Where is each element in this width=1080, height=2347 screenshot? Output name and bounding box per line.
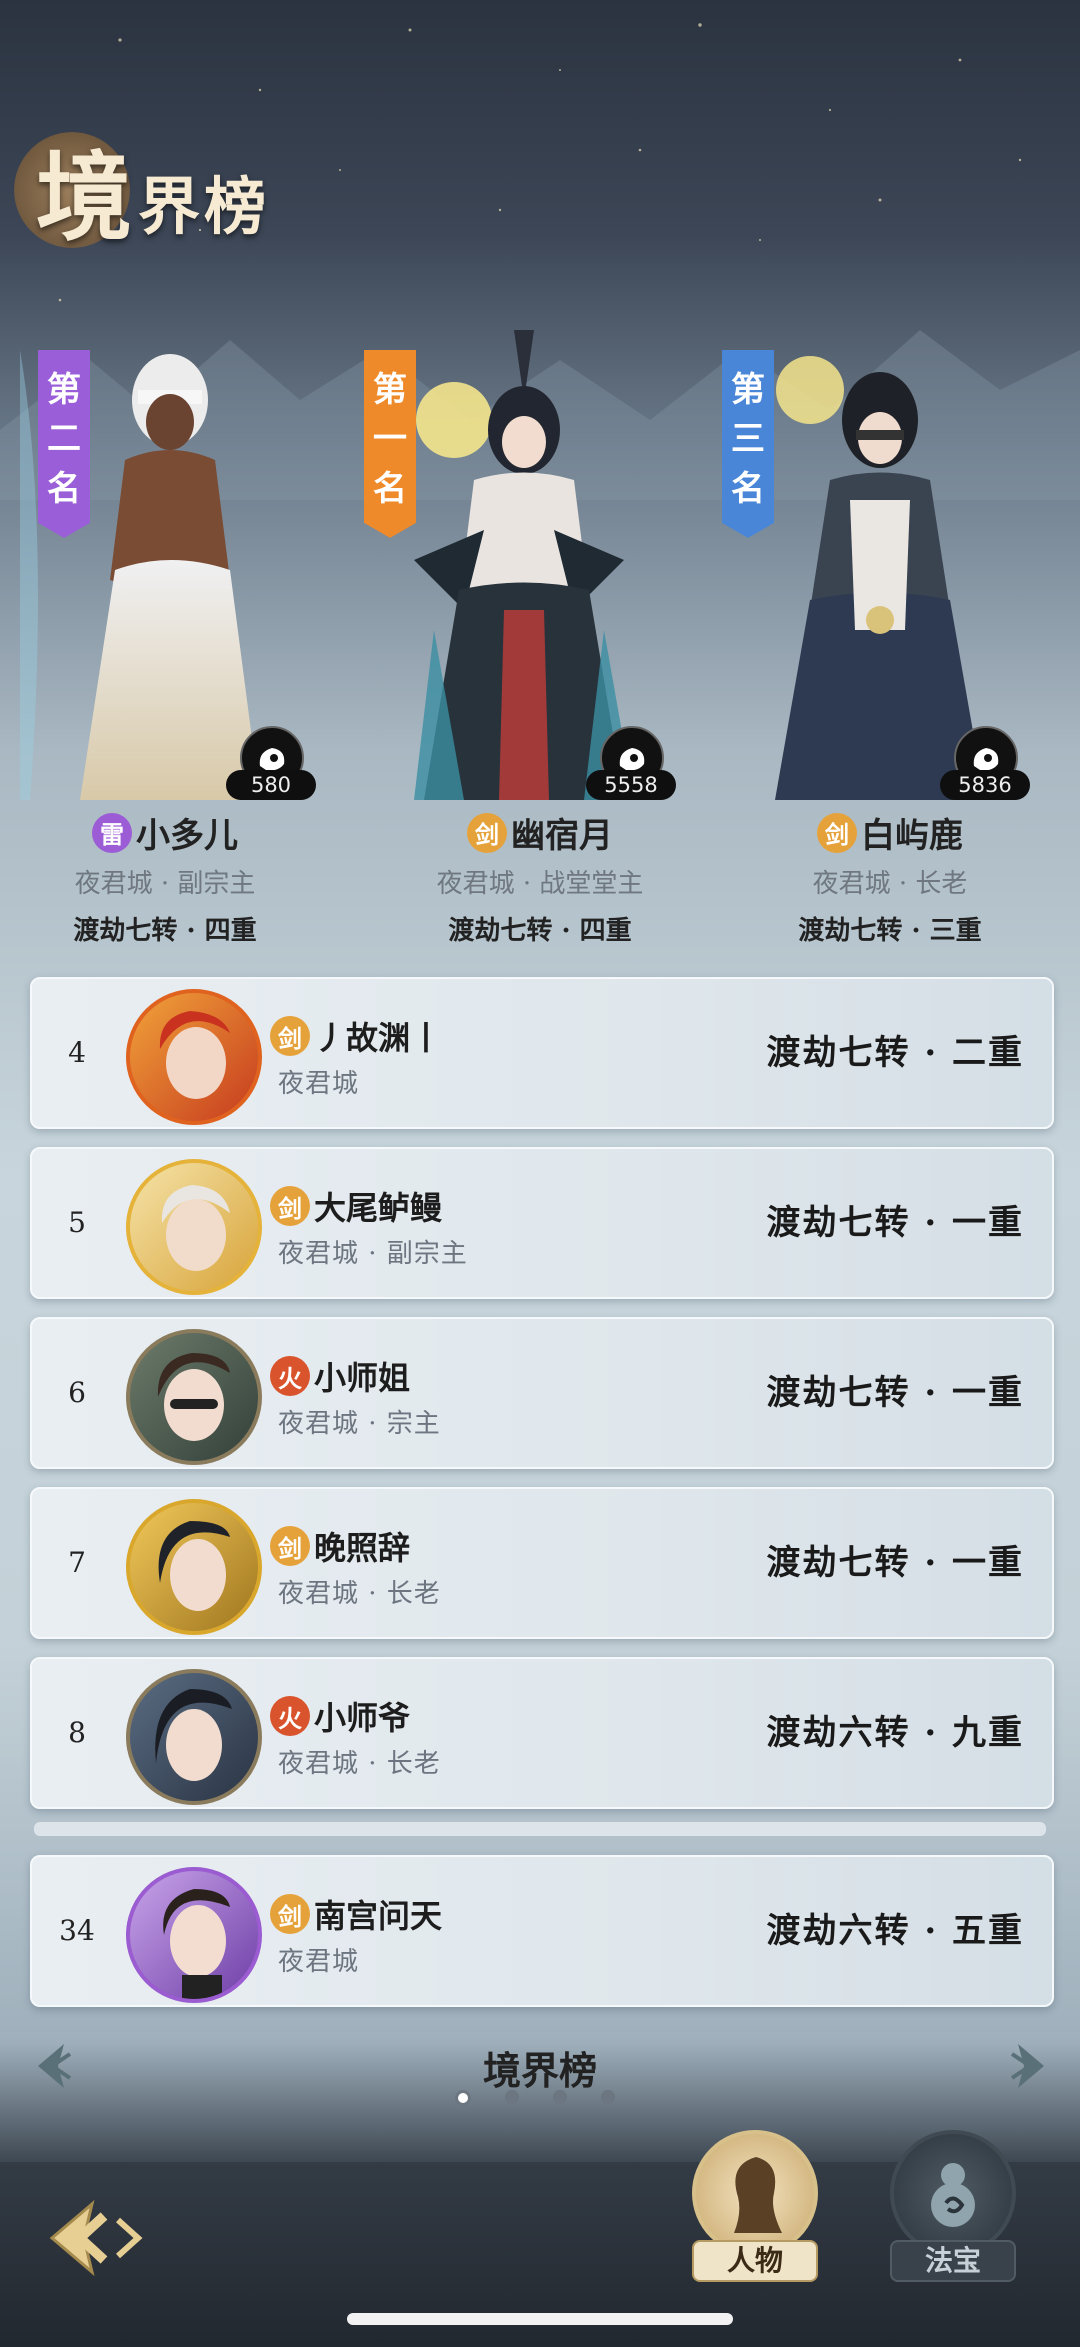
player-name: 小多儿: [136, 816, 238, 856]
player-name: 白屿鹿: [861, 816, 963, 856]
element-sword-icon: 剑: [270, 1016, 310, 1056]
page-dot[interactable]: [505, 2090, 519, 2104]
element-sword-icon: 剑: [817, 812, 857, 853]
back-arrow-icon[interactable]: [44, 2198, 148, 2278]
pet-power-value: 5836: [940, 770, 1030, 800]
player-realm: 渡劫七转 · 一重: [766, 1543, 1024, 1583]
ranking-row-7[interactable]: 7 剑晚照辞 夜君城 · 长老 渡劫七转 · 一重: [30, 1487, 1054, 1639]
player-name: 幽宿月: [511, 816, 613, 856]
top-info-second: 雷小多儿 夜君城 · 副宗主 渡劫七转 · 四重: [0, 808, 330, 947]
home-indicator: [347, 2313, 733, 2325]
carousel-title: 境界榜: [482, 2048, 597, 2093]
element-sword-icon: 剑: [467, 812, 507, 853]
pet-power-value: 580: [226, 770, 316, 800]
player-realm: 渡劫七转 · 四重: [73, 916, 257, 946]
rank-number: 4: [68, 1036, 86, 1069]
player-sect: 夜君城 · 战堂堂主: [436, 869, 644, 899]
my-ranking-row[interactable]: 34 剑南宫问天 夜君城 渡劫六转 · 五重: [30, 1855, 1054, 2007]
rank-number: 5: [68, 1206, 86, 1239]
player-realm: 渡劫七转 · 四重: [448, 916, 632, 946]
player-sect: 夜君城 · 长老: [278, 1749, 441, 1779]
avatar[interactable]: [126, 1669, 262, 1805]
player-sect: 夜君城 · 副宗主: [74, 869, 256, 899]
player-sect: 夜君城 · 宗主: [278, 1409, 441, 1439]
player-sect: 夜君城: [278, 1947, 360, 1977]
element-thunder-icon: 雷: [92, 812, 132, 853]
player-realm: 渡劫六转 · 九重: [766, 1713, 1024, 1753]
element-sword-icon: 剑: [270, 1526, 310, 1566]
avatar[interactable]: [126, 1329, 262, 1465]
player-name: 晚照辞: [314, 1529, 411, 1567]
page-title-first-char: 境: [36, 141, 132, 254]
ranking-row-6[interactable]: 6 火小师姐 夜君城 · 宗主 渡劫七转 · 一重: [30, 1317, 1054, 1469]
avatar[interactable]: [126, 989, 262, 1125]
avatar[interactable]: [126, 1867, 262, 2003]
ranking-row-5[interactable]: 5 剑大尾鲈鳗 夜君城 · 副宗主 渡劫七转 · 一重: [30, 1147, 1054, 1299]
pet-power-value: 5558: [586, 770, 676, 800]
top-info-third: 剑白屿鹿 夜君城 · 长老 渡劫七转 · 三重: [725, 808, 1055, 947]
player-name: 小师姐: [314, 1359, 411, 1397]
player-realm: 渡劫七转 · 一重: [766, 1203, 1024, 1243]
page-title-rest: 界榜: [138, 170, 271, 243]
rank-number: 7: [68, 1546, 86, 1579]
avatar[interactable]: [126, 1159, 262, 1295]
player-realm: 渡劫七转 · 一重: [766, 1373, 1024, 1413]
page-dot[interactable]: [553, 2090, 567, 2104]
top-info-first: 剑幽宿月 夜君城 · 战堂堂主 渡劫七转 · 四重: [375, 808, 705, 947]
player-realm: 渡劫七转 · 三重: [798, 916, 982, 946]
element-fire-icon: 火: [270, 1356, 310, 1396]
ranking-row-8[interactable]: 8 火小师爷 夜君城 · 长老 渡劫六转 · 九重: [30, 1657, 1054, 1809]
pet-badge-first[interactable]: 5558: [586, 726, 680, 800]
element-sword-icon: 剑: [270, 1186, 310, 1226]
rank-banner-second: 第二名: [38, 350, 90, 538]
player-sect: 夜君城: [278, 1069, 360, 1099]
element-fire-icon: 火: [270, 1696, 310, 1736]
player-name: 小师爷: [314, 1699, 411, 1737]
rank-number: 34: [59, 1914, 95, 1947]
rank-number: 8: [68, 1716, 86, 1749]
page-dot-active[interactable]: [455, 2090, 471, 2106]
podium-first[interactable]: 第一名 5558: [354, 300, 684, 800]
scroll-edge-divider: [34, 1822, 1046, 1836]
page-dot[interactable]: [601, 2090, 615, 2104]
pet-badge-second[interactable]: 580: [226, 726, 320, 800]
ranking-row-4[interactable]: 4 剑丿故渊丨 夜君城 渡劫七转 · 二重: [30, 977, 1054, 1129]
player-sect: 夜君城 · 长老: [278, 1579, 441, 1609]
player-sect: 夜君城 · 副宗主: [278, 1239, 468, 1269]
player-name: 南宫问天: [314, 1897, 443, 1935]
player-sect: 夜君城 · 长老: [812, 869, 968, 899]
page-title: 境 界榜: [36, 150, 270, 246]
tab-label: 人物: [692, 2240, 818, 2282]
treasure-gourd-icon: [890, 2130, 1016, 2256]
player-name: 丿故渊丨: [314, 1019, 443, 1057]
tab-treasure[interactable]: 法宝: [890, 2130, 1016, 2282]
element-sword-icon: 剑: [270, 1894, 310, 1934]
avatar[interactable]: [126, 1499, 262, 1635]
podium-second[interactable]: 第二名 580: [0, 300, 330, 800]
tab-label: 法宝: [890, 2240, 1016, 2282]
character-silhouette-icon: [692, 2130, 818, 2256]
page-indicator: [455, 2090, 615, 2106]
rank-banner-first: 第一名: [364, 350, 416, 538]
podium-third[interactable]: 第三名 5836: [710, 300, 1040, 800]
player-name: 大尾鲈鳗: [314, 1189, 443, 1227]
pet-badge-third[interactable]: 5836: [940, 726, 1034, 800]
player-realm: 渡劫六转 · 五重: [766, 1911, 1024, 1951]
tab-character[interactable]: 人物: [692, 2130, 818, 2282]
next-page-arrow-icon[interactable]: [1004, 2040, 1052, 2092]
rank-number: 6: [68, 1376, 86, 1409]
player-realm: 渡劫七转 · 二重: [766, 1033, 1024, 1073]
rank-banner-third: 第三名: [722, 350, 774, 538]
